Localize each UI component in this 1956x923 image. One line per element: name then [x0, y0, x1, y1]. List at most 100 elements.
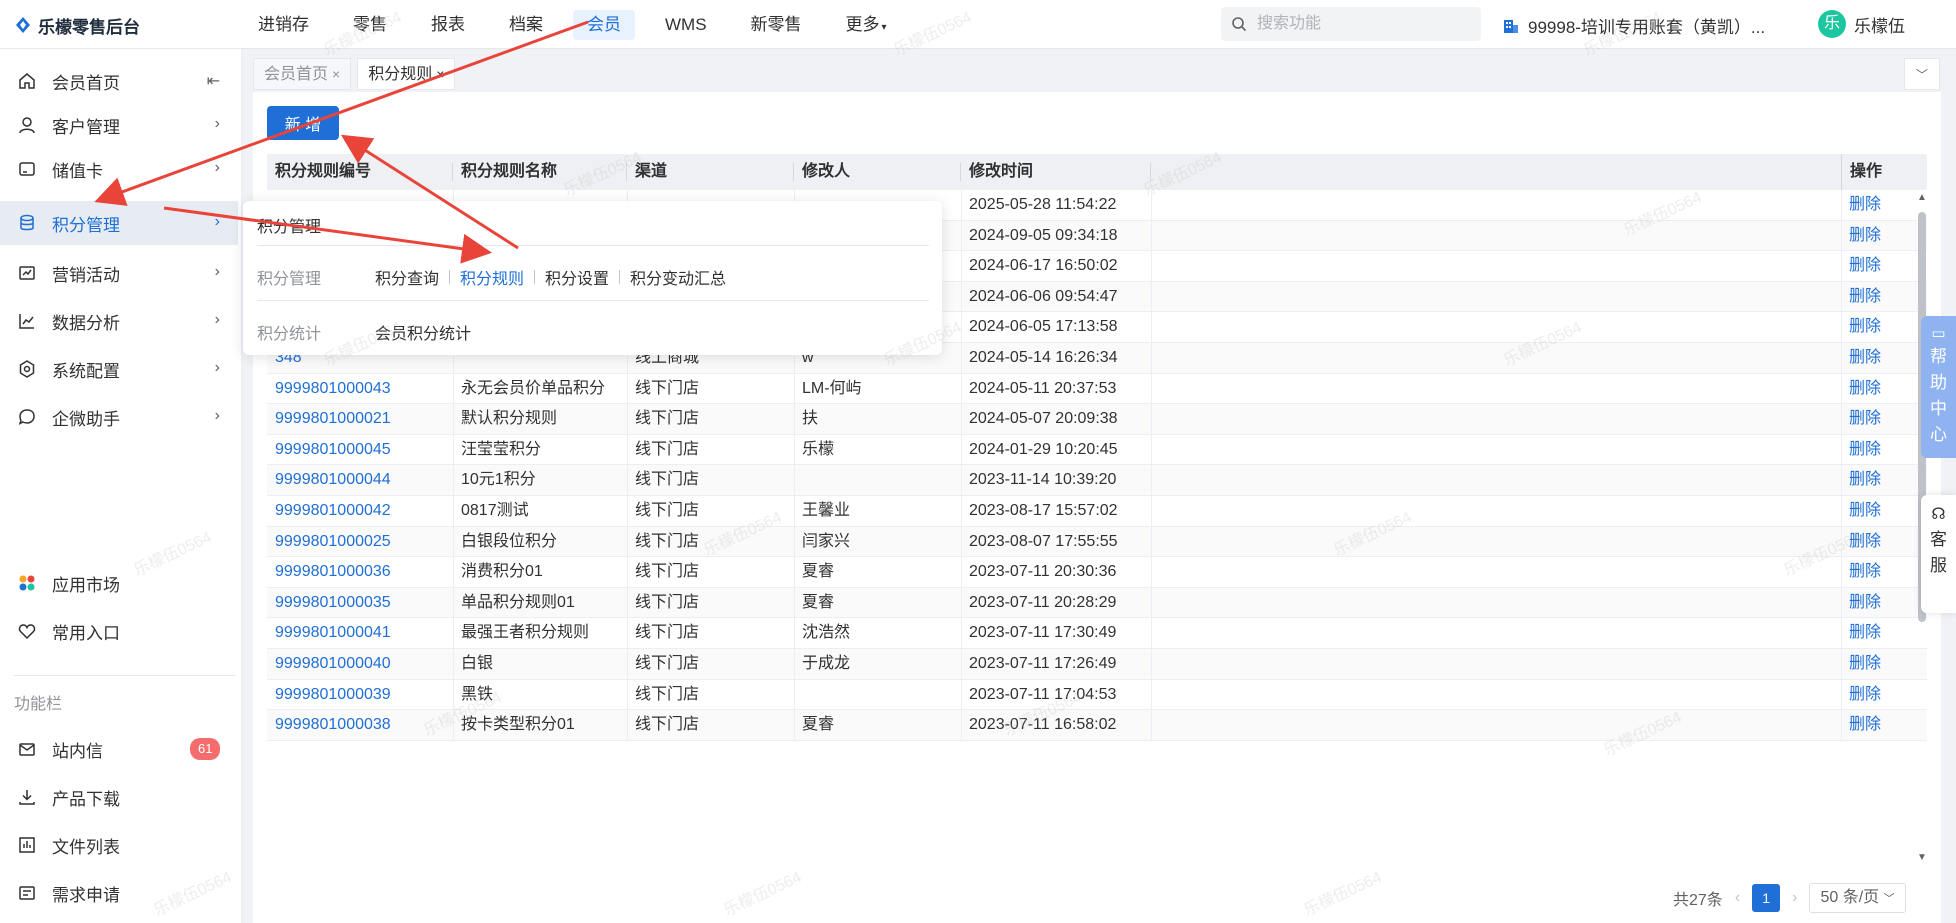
- sidebar-item-customers[interactable]: 客户管理 ›: [0, 103, 238, 147]
- delete-link[interactable]: 删除: [1841, 710, 1927, 741]
- nav-item-retail[interactable]: 零售: [339, 10, 401, 40]
- menu-item-points-change-summary[interactable]: 积分变动汇总: [620, 265, 736, 289]
- sidebar-item-downloads[interactable]: 产品下载: [0, 775, 238, 819]
- cell-channel: 线下门店: [635, 685, 700, 703]
- nav-more-label: 更多: [845, 15, 880, 34]
- cell-code[interactable]: 9999801000045: [267, 435, 453, 466]
- delete-link[interactable]: 删除: [1841, 527, 1927, 558]
- delete-link[interactable]: 删除: [1841, 557, 1927, 588]
- cell-name: 默认积分规则: [461, 410, 558, 428]
- cell-code[interactable]: 9999801000041: [267, 618, 453, 649]
- customer-service-tab[interactable]: ☊ 客 服: [1921, 495, 1956, 613]
- sidebar-item-favorites[interactable]: 常用入口: [0, 609, 238, 653]
- app-logo[interactable]: 乐檬零售后台: [14, 12, 140, 38]
- sidebar-item-requests[interactable]: 需求申请: [0, 871, 238, 915]
- search-input[interactable]: [1255, 14, 1455, 34]
- delete-link[interactable]: 删除: [1841, 190, 1927, 221]
- tab-points-rules[interactable]: 积分规则 ×: [357, 58, 456, 90]
- user-menu[interactable]: 乐 乐檬伍: [1818, 10, 1905, 38]
- cell-code[interactable]: 9999801000044: [267, 465, 453, 496]
- delete-link[interactable]: 删除: [1841, 221, 1927, 252]
- next-page-icon[interactable]: ›: [1792, 889, 1797, 907]
- delete-link[interactable]: 删除: [1841, 680, 1927, 711]
- nav-item-reports[interactable]: 报表: [417, 10, 479, 40]
- cell-code[interactable]: 9999801000040: [267, 649, 453, 680]
- scroll-up-icon[interactable]: ▲: [1917, 192, 1927, 203]
- delete-link[interactable]: 删除: [1841, 465, 1927, 496]
- tab-member-home[interactable]: 会员首页 ×: [253, 58, 352, 90]
- delete-link[interactable]: 删除: [1841, 588, 1927, 619]
- delete-link[interactable]: 删除: [1841, 282, 1927, 313]
- menu-item-member-points-stats[interactable]: 会员积分统计: [375, 320, 481, 344]
- cell-code[interactable]: 9999801000025: [267, 527, 453, 558]
- sidebar-item-wecom-assistant[interactable]: 企微助手 ›: [0, 395, 238, 439]
- delete-link[interactable]: 删除: [1841, 649, 1927, 680]
- help-center-tab[interactable]: ▭ 帮 助 中 心: [1921, 316, 1956, 458]
- cell-modifier: 闫家兴: [802, 532, 851, 550]
- nav-item-more[interactable]: 更多 ▾: [832, 10, 901, 40]
- nav-item-new-retail[interactable]: 新零售: [737, 10, 816, 40]
- cell-code[interactable]: 9999801000021: [267, 404, 453, 435]
- column-header-label: 修改时间: [969, 163, 1034, 180]
- sidebar-item-data-analysis[interactable]: 数据分析 ›: [0, 299, 238, 343]
- search-box[interactable]: [1221, 7, 1481, 41]
- close-icon[interactable]: ×: [332, 66, 340, 82]
- sidebar-item-app-market[interactable]: 应用市场: [0, 561, 238, 605]
- add-button[interactable]: 新 增: [267, 106, 339, 140]
- chevron-right-icon: ›: [214, 115, 220, 132]
- cell-code[interactable]: 9999801000038: [267, 710, 453, 741]
- collapse-sidebar-icon[interactable]: ⇤: [207, 71, 220, 91]
- delete-link[interactable]: 删除: [1841, 618, 1927, 649]
- sidebar-item-marketing[interactable]: 营销活动 ›: [0, 251, 238, 295]
- page-size-select[interactable]: 50 条/页 ﹀: [1809, 883, 1906, 913]
- cell-code[interactable]: 9999801000043: [267, 374, 453, 405]
- menu-item-points-rules[interactable]: 积分规则: [450, 265, 534, 289]
- cell-code[interactable]: 9999801000042: [267, 496, 453, 527]
- cell-time: 2023-08-07 17:55:55: [969, 532, 1118, 550]
- delete-link[interactable]: 删除: [1841, 374, 1927, 405]
- sidebar-item-system-config[interactable]: 系统配置 ›: [0, 347, 238, 391]
- chevron-down-icon: ﹀: [1883, 893, 1895, 905]
- tabs-dropdown-button[interactable]: ﹀: [1904, 58, 1940, 90]
- column-divider: [1841, 557, 1842, 588]
- delete-link[interactable]: 删除: [1841, 343, 1927, 374]
- sidebar-item-member-home[interactable]: 会员首页 ⇤: [0, 59, 238, 103]
- delete-link[interactable]: 删除: [1841, 404, 1927, 435]
- sidebar-item-label: 客户管理: [52, 117, 120, 137]
- sidebar-item-stored-card[interactable]: 储值卡 ›: [0, 147, 238, 191]
- sidebar-item-points[interactable]: 积分管理 ›: [0, 201, 238, 245]
- column-divider: [1151, 251, 1152, 282]
- nav-item-member[interactable]: 会员: [573, 10, 635, 40]
- delete-link[interactable]: 删除: [1841, 496, 1927, 527]
- column-divider: [453, 373, 454, 405]
- delete-link[interactable]: 删除: [1841, 435, 1927, 466]
- delete-link[interactable]: 删除: [1841, 251, 1927, 282]
- account-selector[interactable]: 99998-培训专用账套（黄凯）...: [1502, 13, 1765, 38]
- column-header-name: 积分规则名称: [453, 154, 627, 190]
- cell-code[interactable]: 9999801000035: [267, 588, 453, 619]
- menu-item-points-settings[interactable]: 积分设置: [535, 265, 619, 289]
- help-tab-char: 中: [1930, 399, 1947, 418]
- close-icon[interactable]: ×: [436, 66, 444, 82]
- table-row: 9999801000042 0817测试 线下门店 王馨业 2023-08-17 15:…: [267, 496, 1927, 527]
- scroll-down-icon[interactable]: ▼: [1917, 852, 1927, 863]
- column-header-action: 操作: [1841, 154, 1927, 190]
- cell-modifier: 夏睿: [802, 563, 835, 581]
- menu-item-points-query[interactable]: 积分查询: [375, 265, 449, 289]
- service-tab-char: 服: [1930, 556, 1947, 575]
- sidebar-section-caption: 功能栏: [14, 696, 63, 713]
- nav-item-inventory[interactable]: 进销存: [244, 10, 323, 40]
- sidebar-item-file-list[interactable]: 文件列表: [0, 823, 238, 867]
- page-number-current[interactable]: 1: [1752, 884, 1781, 912]
- cell-code[interactable]: 9999801000039: [267, 680, 453, 711]
- cell-code[interactable]: 9999801000036: [267, 557, 453, 588]
- nav-item-archives[interactable]: 档案: [495, 10, 557, 40]
- table-row: 9999801000044 10元1积分 线下门店 2023-11-14 10:39:…: [267, 465, 1927, 496]
- prev-page-icon[interactable]: ‹: [1735, 889, 1740, 907]
- nav-item-wms[interactable]: WMS: [651, 10, 721, 40]
- column-divider: [794, 649, 795, 680]
- delete-link[interactable]: 删除: [1841, 312, 1927, 343]
- column-divider: [1151, 190, 1152, 221]
- sidebar-item-messages[interactable]: 站内信 61: [0, 727, 238, 771]
- column-divider: [961, 251, 962, 282]
